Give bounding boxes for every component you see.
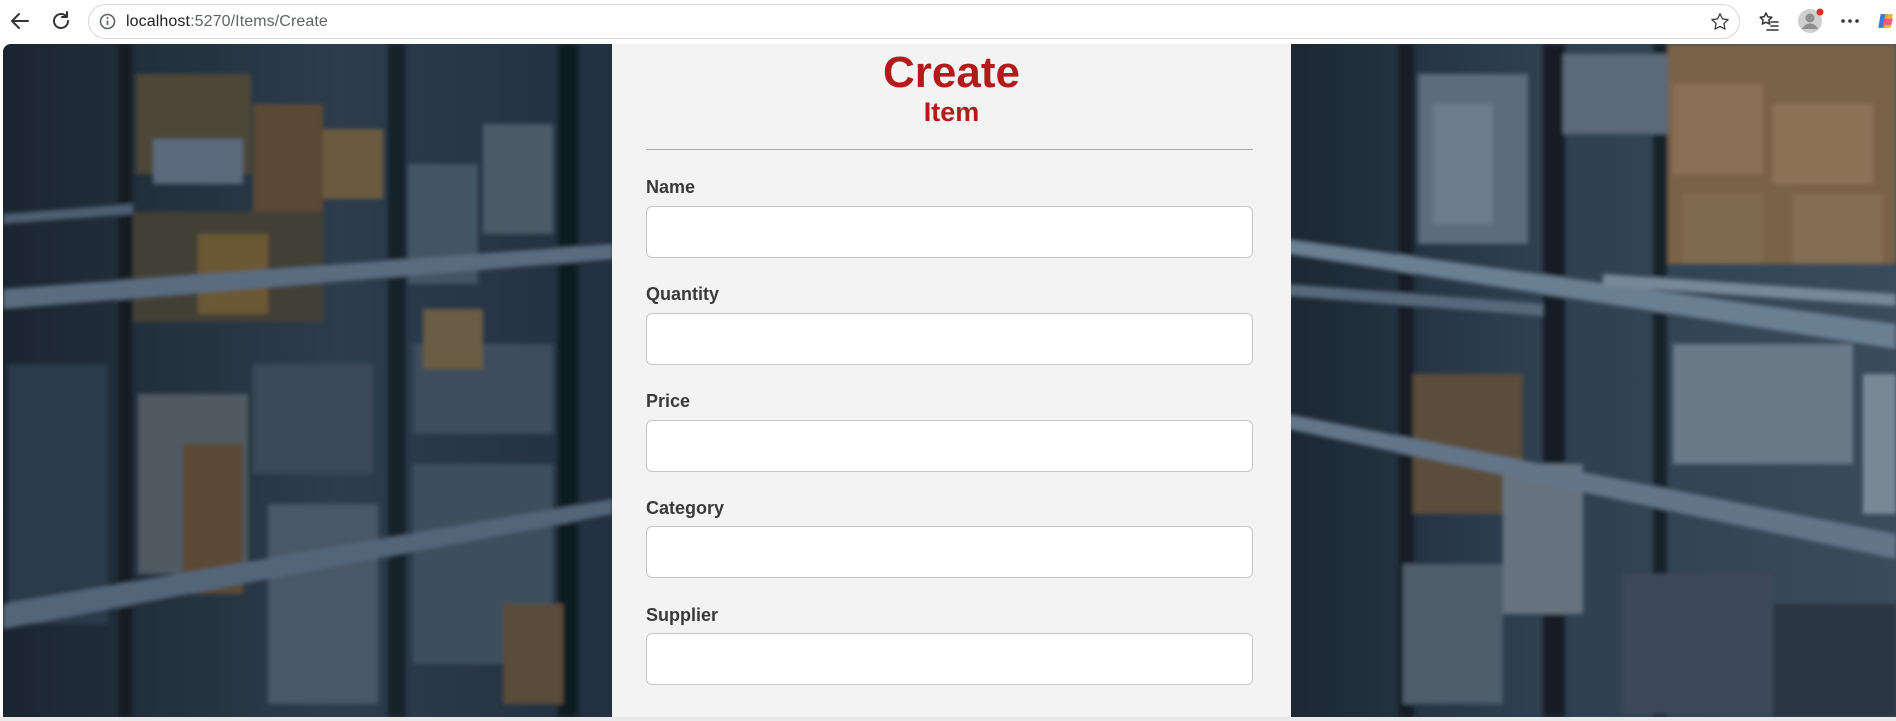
url-text[interactable]: localhost:5270/Items/Create bbox=[126, 13, 328, 31]
page-subtitle: Item bbox=[923, 97, 980, 127]
supplier-label: Supplier bbox=[646, 605, 719, 625]
supplier-input[interactable] bbox=[646, 633, 1253, 685]
category-label: Category bbox=[646, 498, 725, 518]
create-item-form: Create Item Name Quantity Price Category… bbox=[612, 44, 1291, 717]
more-icon[interactable] bbox=[1836, 7, 1864, 35]
copilot-icon[interactable] bbox=[1876, 7, 1896, 35]
quantity-input[interactable] bbox=[646, 313, 1253, 365]
profile-avatar-icon[interactable] bbox=[1796, 7, 1824, 35]
page-title: Create bbox=[883, 48, 1020, 97]
back-arrow-icon[interactable] bbox=[6, 7, 34, 35]
url-path: :5270/Items/Create bbox=[190, 13, 328, 30]
favorites-icon[interactable] bbox=[1755, 7, 1783, 35]
info-icon[interactable] bbox=[97, 11, 118, 32]
name-input[interactable] bbox=[646, 206, 1253, 258]
window-bottom-edge bbox=[0, 717, 1896, 721]
price-label: Price bbox=[646, 391, 691, 411]
url-host: localhost bbox=[126, 13, 191, 30]
category-input[interactable] bbox=[646, 526, 1253, 578]
price-input[interactable] bbox=[646, 420, 1253, 472]
quantity-label: Quantity bbox=[646, 284, 720, 304]
reload-icon[interactable] bbox=[47, 7, 75, 35]
page-viewport: Create Item Name Quantity Price Category… bbox=[3, 44, 1896, 717]
star-icon[interactable] bbox=[1709, 11, 1731, 33]
divider bbox=[646, 149, 1253, 150]
browser-toolbar: localhost:5270/Items/Create bbox=[0, 0, 1896, 44]
address-bar[interactable]: localhost:5270/Items/Create bbox=[88, 4, 1740, 39]
name-label: Name bbox=[646, 177, 696, 197]
